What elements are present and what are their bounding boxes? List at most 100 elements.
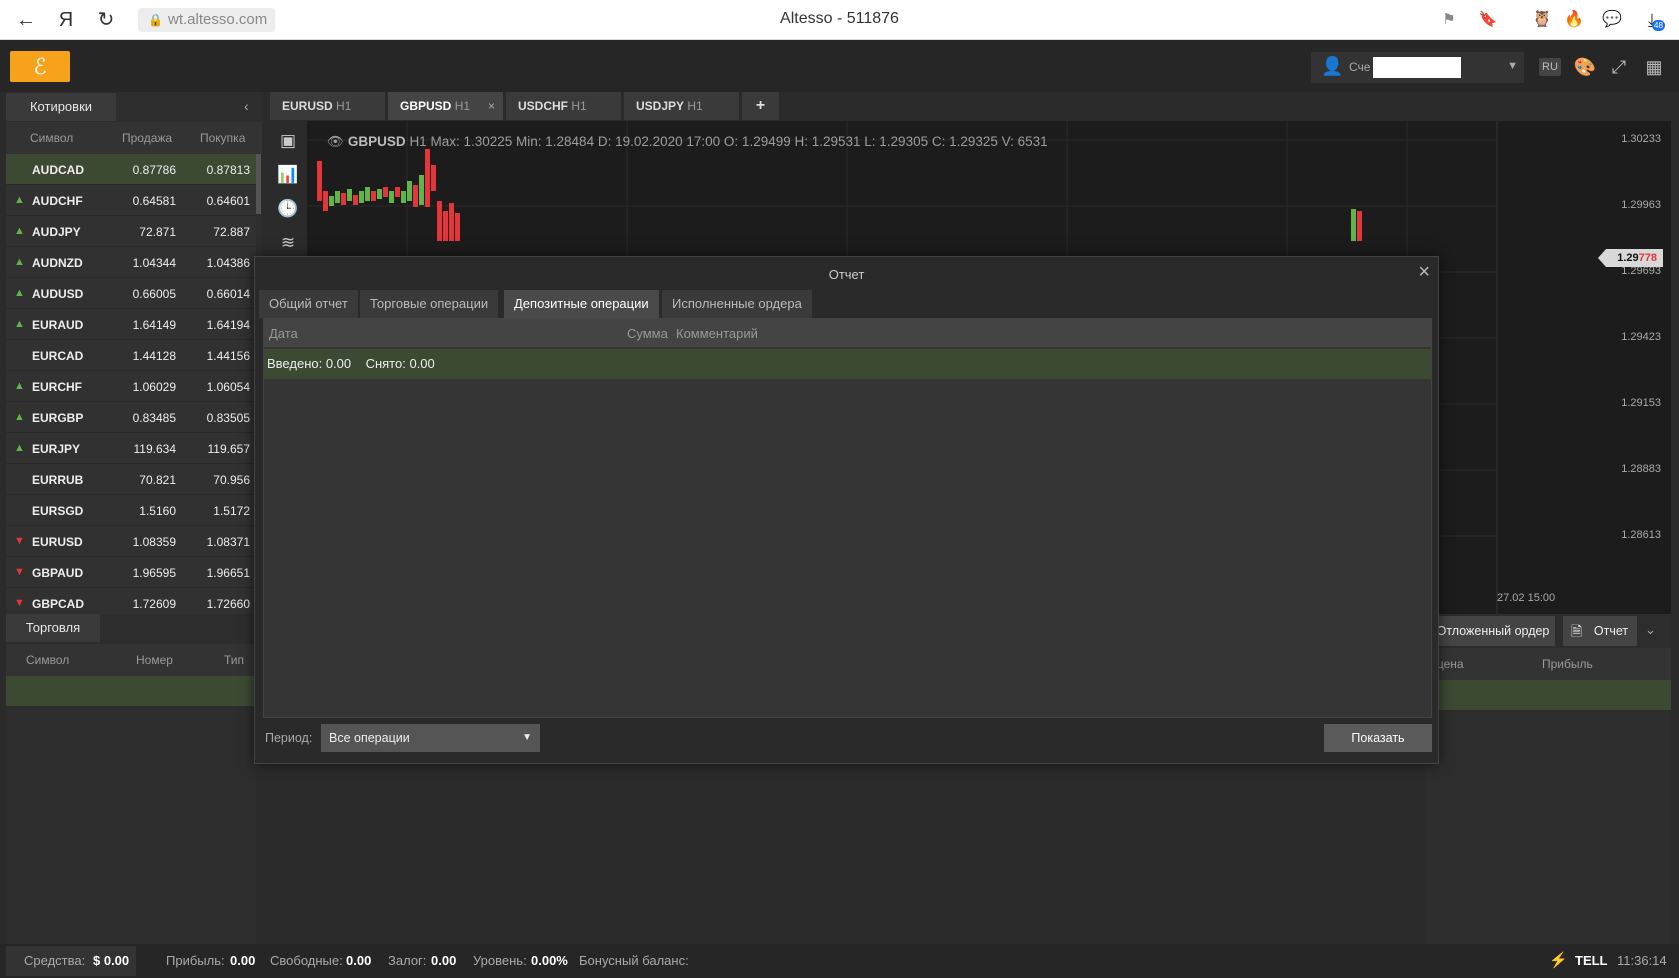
quote-row[interactable]: AUDCAD 0.87786 0.87813	[6, 154, 256, 185]
close-tab-icon[interactable]: ×	[488, 92, 495, 120]
language-button[interactable]: RU	[1539, 58, 1561, 76]
extension-fire-icon[interactable]: 🔥	[1562, 8, 1586, 32]
quote-row[interactable]: ▲ EURJPY 119.634 119.657	[6, 433, 256, 464]
quote-ask: 1.08371	[206, 535, 250, 549]
studies-icon[interactable]: ≋	[276, 231, 300, 255]
tab-executed-orders[interactable]: Исполненные ордера	[662, 290, 813, 318]
period-select[interactable]: Все операции ▼	[321, 724, 540, 752]
tab-gbpusd[interactable]: GBPUSD H1 ×	[388, 92, 504, 120]
altesso-logo[interactable]: ℰ	[10, 51, 70, 82]
trend-arrow-icon: ▲	[14, 225, 25, 237]
quote-bid: 0.87786	[132, 163, 176, 177]
trade-header: Символ Номер Тип	[6, 644, 256, 676]
y-tick-label: 1.28883	[1621, 463, 1661, 475]
indicators-icon[interactable]: 📊	[276, 163, 300, 187]
quote-row[interactable]: ▲ AUDJPY 72.871 72.887	[6, 216, 256, 247]
collapse-chevron-icon[interactable]: ‹	[244, 98, 249, 114]
quote-row[interactable]: ▲ EURGBP 0.83485 0.83505	[6, 402, 256, 433]
reload-icon[interactable]: ↻	[94, 8, 118, 32]
tab-trade-operations[interactable]: Торговые операции	[360, 290, 500, 318]
trend-arrow-icon: ▼	[14, 597, 25, 609]
quote-ask: 1.64194	[206, 318, 250, 332]
tab-quotes[interactable]: Котировки	[6, 93, 116, 121]
tab-eurusd[interactable]: EURUSD H1	[270, 92, 386, 120]
chart-ohlc: Max: 1.30225 Min: 1.28484 D: 19.02.2020 …	[430, 134, 1048, 149]
clock-icon[interactable]: 🕒	[276, 197, 300, 221]
period-label: Период:	[265, 731, 313, 745]
quotes-header: Символ Продажа Покупка	[6, 122, 262, 154]
account-selector[interactable]: 👤 Сче ▼	[1311, 52, 1524, 83]
report-button[interactable]: 🗎 Отчет	[1563, 616, 1637, 646]
chevron-down-icon: ▼	[522, 732, 532, 743]
col-ask[interactable]: Покупка	[200, 131, 245, 145]
yandex-logo-icon[interactable]: Я	[54, 8, 78, 32]
tab-usdchf[interactable]: USDCHF H1	[506, 92, 622, 120]
connection-icon[interactable]: ⚡	[1549, 951, 1568, 969]
margin-label: Залог:	[388, 953, 427, 968]
col-comment[interactable]: Комментарий	[676, 326, 758, 341]
bookmark-icon[interactable]: 🔖	[1476, 8, 1500, 32]
quote-row[interactable]: EURCAD 1.44128 1.44156	[6, 340, 256, 371]
quote-bid: 0.64581	[132, 194, 176, 208]
quote-row[interactable]: ▲ AUDCHF 0.64581 0.64601	[6, 185, 256, 216]
quote-row[interactable]: EURRUB 70.821 70.956	[6, 464, 256, 495]
quotes-scrollbar[interactable]	[256, 154, 261, 214]
col-bid[interactable]: Продажа	[122, 131, 172, 145]
pending-order-button[interactable]: Отложенный ордер	[1431, 616, 1555, 646]
address-bar[interactable]: 🔒 wt.altesso.com	[138, 8, 276, 32]
col-date[interactable]: Дата	[269, 326, 298, 341]
quote-symbol: EURSGD	[32, 504, 84, 518]
layout-grid-icon[interactable]: ▦	[1641, 54, 1667, 80]
col-type[interactable]: Тип	[224, 653, 244, 667]
quote-row[interactable]: EURSGD 1.5160 1.5172	[6, 495, 256, 526]
download-icon[interactable]: ⤓ 48	[1640, 8, 1665, 32]
quote-symbol: GBPAUD	[32, 566, 84, 580]
candle	[1351, 209, 1356, 241]
quote-row[interactable]: ▲ EURCHF 1.06029 1.06054	[6, 371, 256, 402]
tab-trade[interactable]: Торговля	[6, 614, 100, 642]
tab-deposit-operations[interactable]: Депозитные операции	[504, 290, 660, 318]
quote-row[interactable]: ▲ AUDNZD 1.04344 1.04386	[6, 247, 256, 278]
chevron-down-icon[interactable]: ⌄	[1645, 622, 1656, 638]
candle	[431, 165, 436, 191]
candle	[329, 196, 334, 206]
quote-row[interactable]: ▼ GBPAUD 1.96595 1.96651	[6, 557, 256, 588]
trend-arrow-icon: ▲	[14, 256, 25, 268]
quote-ask: 1.5172	[213, 504, 250, 518]
chevron-down-icon: ▼	[1507, 60, 1518, 72]
chat-icon[interactable]: 💬	[1600, 8, 1624, 32]
col-symbol[interactable]: Символ	[30, 131, 73, 145]
quote-ask: 0.87813	[206, 163, 250, 177]
chart-type-icon[interactable]: ▣	[276, 129, 300, 153]
back-arrow-icon[interactable]: ←	[14, 8, 38, 32]
col-sum[interactable]: Сумма	[627, 326, 668, 341]
quote-row[interactable]: ▲ EURAUD 1.64149 1.64194	[6, 309, 256, 340]
eye-icon[interactable]: 👁	[327, 134, 344, 149]
palette-icon[interactable]: 🎨	[1572, 54, 1598, 80]
trend-arrow-icon: ▲	[14, 442, 25, 454]
fullscreen-icon[interactable]: ⤢	[1606, 54, 1632, 80]
user-icon: 👤	[1321, 56, 1344, 76]
add-tab-button[interactable]: +	[742, 92, 780, 120]
col-number[interactable]: Номер	[136, 653, 173, 667]
y-tick-label: 1.29963	[1621, 199, 1661, 211]
tab-usdjpy[interactable]: USDJPY H1	[624, 92, 740, 120]
quote-bid: 1.04344	[132, 256, 176, 270]
translate-icon[interactable]: ⚑	[1437, 8, 1461, 32]
tab-general-report[interactable]: Общий отчет	[259, 290, 359, 318]
quote-symbol: AUDUSD	[32, 287, 84, 301]
free-margin-label: Свободные:	[270, 953, 343, 968]
candles	[317, 149, 1362, 241]
quote-symbol: AUDJPY	[32, 225, 81, 239]
quote-ask: 1.04386	[206, 256, 250, 270]
margin-value: 0.00	[431, 953, 457, 968]
col-profit[interactable]: Прибыль	[1542, 657, 1593, 671]
quote-row[interactable]: ▲ AUDUSD 0.66005 0.66014	[6, 278, 256, 309]
show-button[interactable]: Показать	[1324, 724, 1432, 752]
quote-symbol: GBPCAD	[32, 597, 85, 611]
downloads-badge: 48	[1652, 20, 1665, 31]
quote-row[interactable]: ▼ EURUSD 1.08359 1.08371	[6, 526, 256, 557]
col-symbol[interactable]: Символ	[26, 653, 69, 667]
close-icon[interactable]: ×	[1418, 261, 1430, 284]
extension-owl-icon[interactable]: 🦉	[1530, 8, 1554, 32]
